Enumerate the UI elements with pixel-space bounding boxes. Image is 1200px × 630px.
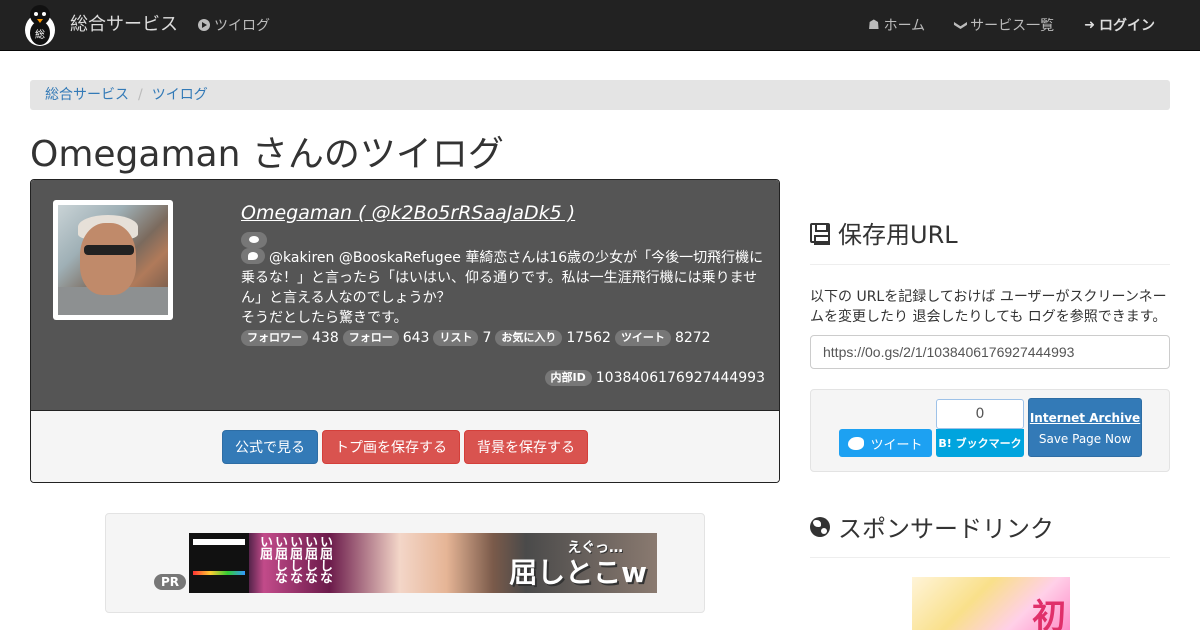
followers-label: フォロワー bbox=[241, 330, 308, 346]
ad-vertical-text: い屈しない屈しない屈しない屈しない屈 bbox=[257, 535, 332, 583]
nav-home-link[interactable]: ☗ ホーム bbox=[868, 15, 925, 35]
tweet-body-line2: そうだとしたら驚きです。 bbox=[241, 310, 408, 326]
tweets-value: 8272 bbox=[674, 330, 711, 346]
penguin-logo-icon: 総 bbox=[20, 3, 60, 47]
following-label: フォロー bbox=[342, 330, 399, 346]
ia-subtitle: Save Page Now bbox=[1038, 432, 1132, 446]
twitter-bird-icon bbox=[848, 436, 865, 450]
save-url-description: 以下の URLを記録しておけば ユーザーがスクリーンネームを変更したり 退会した… bbox=[810, 289, 1167, 325]
chevron-down-icon: ❯ bbox=[953, 19, 969, 31]
login-icon: ➜ bbox=[1084, 17, 1095, 33]
latest-tweet: @kakiren @BooskaRefugee 華綺恋さんは16歳の少女が「今後… bbox=[241, 248, 771, 328]
breadcrumb: 総合サービス / ツイログ bbox=[30, 80, 1170, 110]
twitter-icon bbox=[241, 248, 265, 264]
avatar[interactable] bbox=[53, 200, 173, 320]
profile-panel: Omegaman ( @k2Bo5rRSaaJaDk5 ) @kakiren @… bbox=[30, 179, 780, 483]
hatena-count: 0 bbox=[936, 399, 1024, 429]
internal-id-label: 内部ID bbox=[544, 370, 592, 386]
nav-home-label: ホーム bbox=[883, 18, 926, 34]
nav-services-label: サービス一覧 bbox=[970, 18, 1055, 34]
divider bbox=[810, 264, 1170, 265]
ad-banner[interactable]: い屈しない屈しない屈しない屈しない屈 えぐっ… 屈しとこw bbox=[189, 533, 657, 593]
favorites-value: 17562 bbox=[566, 330, 611, 346]
following-value: 643 bbox=[402, 330, 430, 346]
nav-login-label: ログイン bbox=[1099, 18, 1155, 34]
nav-tsuilog-label: ツイログ bbox=[214, 18, 270, 34]
home-icon: ☗ bbox=[867, 17, 880, 33]
chevron-circle-right-icon bbox=[198, 19, 210, 31]
sidebar-ad-image[interactable]: 初 bbox=[912, 577, 1070, 630]
ia-title: Internet Archive bbox=[1029, 411, 1141, 425]
internal-id-value: 1038406176927444993 bbox=[595, 370, 765, 386]
sponsor-title: スポンサードリンク bbox=[838, 515, 1054, 543]
divider bbox=[810, 557, 1170, 558]
breadcrumb-item-tsuilog[interactable]: ツイログ bbox=[152, 87, 208, 103]
view-official-button[interactable]: 公式で見る bbox=[222, 430, 318, 464]
sponsor-heading: スポンサードリンク bbox=[810, 509, 1054, 544]
tweet-share-label: ツイート bbox=[870, 437, 923, 453]
floppy-disk-icon bbox=[810, 222, 830, 245]
nav-tsuilog-link[interactable]: ツイログ bbox=[198, 0, 270, 50]
save-url-title: 保存用URL bbox=[838, 221, 958, 249]
globe-icon bbox=[810, 516, 830, 537]
internal-id: 内部ID 1038406176927444993 bbox=[544, 370, 765, 386]
brand-mark: 総 bbox=[35, 28, 45, 41]
favorites-label: お気に入り bbox=[495, 330, 563, 346]
comment-icon bbox=[241, 232, 267, 248]
tweet-body: @kakiren @BooskaRefugee 華綺恋さんは16歳の少女が「今後… bbox=[241, 250, 764, 306]
nav-right: ☗ ホーム ❯ サービス一覧 ➜ ログイン bbox=[838, 0, 1155, 50]
hatena-bookmark-button[interactable]: B! ブックマーク bbox=[936, 429, 1024, 457]
profile-stats: フォロワー 438 フォロー 643 リスト 7 お気に入り 17562 ツイート 827… bbox=[241, 330, 715, 346]
lists-label: リスト bbox=[433, 330, 479, 346]
tweet-share-button[interactable]: ツイート bbox=[839, 429, 932, 457]
page-title: Omegaman さんのツイログ bbox=[30, 134, 504, 175]
brand-text: 総合サービス bbox=[70, 14, 178, 35]
avatar-image bbox=[58, 205, 168, 315]
sidebar-ad-text: 初 bbox=[1032, 597, 1066, 630]
ad-box: PR い屈しない屈しない屈しない屈しない屈 えぐっ… 屈しとこw bbox=[105, 513, 705, 613]
ad-logo bbox=[189, 533, 249, 593]
save-url-heading: 保存用URL bbox=[810, 215, 958, 250]
breadcrumb-item-home[interactable]: 総合サービス bbox=[45, 87, 129, 103]
share-box: ツイート 0 B! ブックマーク Internet Archive Save P… bbox=[810, 389, 1170, 472]
breadcrumb-sep: / bbox=[138, 87, 143, 103]
profile-actions: 公式で見る トプ画を保存する 背景を保存する bbox=[31, 410, 779, 482]
ad-headline: 屈しとこw bbox=[509, 556, 647, 589]
save-url-input[interactable]: https://0o.gs/2/1/1038406176927444993 bbox=[810, 335, 1170, 369]
profile-header: Omegaman ( @k2Bo5rRSaaJaDk5 ) @kakiren @… bbox=[31, 180, 779, 410]
nav-login-link[interactable]: ➜ ログイン bbox=[1084, 15, 1155, 35]
navbar: 総 総合サービス ツイログ ☗ ホーム ❯ サービス一覧 ➜ ログイン bbox=[0, 0, 1200, 51]
tweets-label: ツイート bbox=[614, 330, 671, 346]
save-icon-button[interactable]: トプ画を保存する bbox=[322, 430, 460, 464]
followers-value: 438 bbox=[312, 330, 339, 346]
nav-services-link[interactable]: ❯ サービス一覧 bbox=[953, 15, 1055, 35]
pr-badge: PR bbox=[154, 574, 187, 590]
profile-name-link[interactable]: Omegaman ( @k2Bo5rRSaaJaDk5 ) bbox=[241, 202, 575, 224]
save-background-button[interactable]: 背景を保存する bbox=[464, 430, 588, 464]
lists-value: 7 bbox=[482, 330, 492, 346]
brand-link[interactable]: 総 総合サービス bbox=[20, 3, 178, 47]
internet-archive-button[interactable]: Internet Archive Save Page Now bbox=[1028, 398, 1142, 457]
